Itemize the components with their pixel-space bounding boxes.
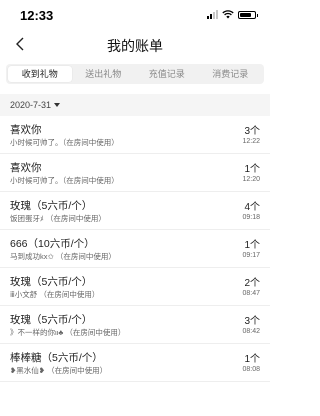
gift-sender: 小时候可帅了。（在房间中使用） bbox=[10, 138, 119, 147]
gift-time: 09:18 bbox=[242, 214, 260, 221]
gift-name: 玫瑰（5六币/个） bbox=[10, 314, 93, 326]
gift-quantity: 2个 bbox=[244, 278, 260, 289]
record-row[interactable]: 666（10六币/个） 马到成功kx✩ （在房间中使用） 1个 09:17 bbox=[0, 230, 270, 268]
gift-sender: 》不一样的你ιι♣ （在房间中使用） bbox=[10, 328, 126, 337]
status-time: 12:33 bbox=[20, 8, 54, 23]
record-row[interactable]: 玫瑰（5六币/个） 饭团蛋牙ﾒ （在房间中使用） 4个 09:18 bbox=[0, 192, 270, 230]
gift-sender: 饭团蛋牙ﾒ （在房间中使用） bbox=[10, 214, 106, 223]
record-row[interactable]: 喜欢你 小时候可帅了。（在房间中使用） 3个 12:22 bbox=[0, 116, 270, 154]
gift-quantity: 4个 bbox=[244, 202, 260, 213]
status-bar: 12:33 bbox=[0, 0, 270, 30]
caret-down-icon bbox=[54, 103, 61, 107]
record-list: 喜欢你 小时候可帅了。（在房间中使用） 3个 12:22 喜欢你 小时候可帅了。… bbox=[0, 116, 270, 382]
gift-name: 玫瑰（5六币/个） bbox=[10, 200, 93, 212]
gift-sender: 小时候可帅了。（在房间中使用） bbox=[10, 176, 119, 185]
gift-quantity: 1个 bbox=[244, 164, 260, 175]
record-row[interactable]: 棒棒糖（5六币/个） ❥黑水仙❥ （在房间中使用） 1个 08:08 bbox=[0, 344, 270, 382]
gift-quantity: 1个 bbox=[244, 240, 260, 251]
tab-received-gifts[interactable]: 收到礼物 bbox=[8, 66, 72, 82]
gift-name: 玫瑰（5六币/个） bbox=[10, 276, 93, 288]
gift-sender: ⅲ小文舒 （在房间中使用） bbox=[10, 290, 100, 299]
nav-bar: 我的账单 bbox=[0, 30, 270, 58]
gift-time: 12:22 bbox=[242, 138, 260, 145]
page-title: 我的账单 bbox=[107, 38, 163, 54]
tab-bar: 收到礼物 送出礼物 充值记录 消费记录 bbox=[6, 64, 264, 84]
status-icons bbox=[207, 10, 258, 19]
gift-sender: 马到成功kx✩ （在房间中使用） bbox=[10, 252, 116, 261]
gift-sender: ❥黑水仙❥ （在房间中使用） bbox=[10, 366, 108, 375]
gift-quantity: 1个 bbox=[244, 354, 260, 365]
gift-name: 666（10六币/个） bbox=[10, 238, 95, 250]
gift-time: 08:08 bbox=[242, 366, 260, 373]
battery-icon bbox=[238, 10, 258, 19]
tab-spending-records[interactable]: 消费记录 bbox=[199, 66, 263, 82]
gift-name: 喜欢你 bbox=[10, 162, 42, 174]
date-filter[interactable]: 2020-7-31 bbox=[0, 94, 270, 116]
gift-quantity: 3个 bbox=[244, 316, 260, 327]
gift-quantity: 3个 bbox=[244, 126, 260, 137]
tab-recharge-records[interactable]: 充值记录 bbox=[135, 66, 199, 82]
record-row[interactable]: 喜欢你 小时候可帅了。（在房间中使用） 1个 12:20 bbox=[0, 154, 270, 192]
date-filter-label: 2020-7-31 bbox=[10, 100, 52, 110]
gift-time: 09:17 bbox=[242, 252, 260, 259]
cellular-signal-icon bbox=[207, 10, 218, 19]
gift-name: 喜欢你 bbox=[10, 124, 42, 136]
tab-sent-gifts[interactable]: 送出礼物 bbox=[72, 66, 136, 82]
gift-time: 08:42 bbox=[242, 328, 260, 335]
gift-time: 12:20 bbox=[242, 176, 260, 183]
record-row[interactable]: 玫瑰（5六币/个） 》不一样的你ιι♣ （在房间中使用） 3个 08:42 bbox=[0, 306, 270, 344]
record-row[interactable]: 玫瑰（5六币/个） ⅲ小文舒 （在房间中使用） 2个 08:47 bbox=[0, 268, 270, 306]
gift-name: 棒棒糖（5六币/个） bbox=[10, 352, 103, 364]
gift-time: 08:47 bbox=[242, 290, 260, 297]
wifi-icon bbox=[222, 10, 234, 19]
